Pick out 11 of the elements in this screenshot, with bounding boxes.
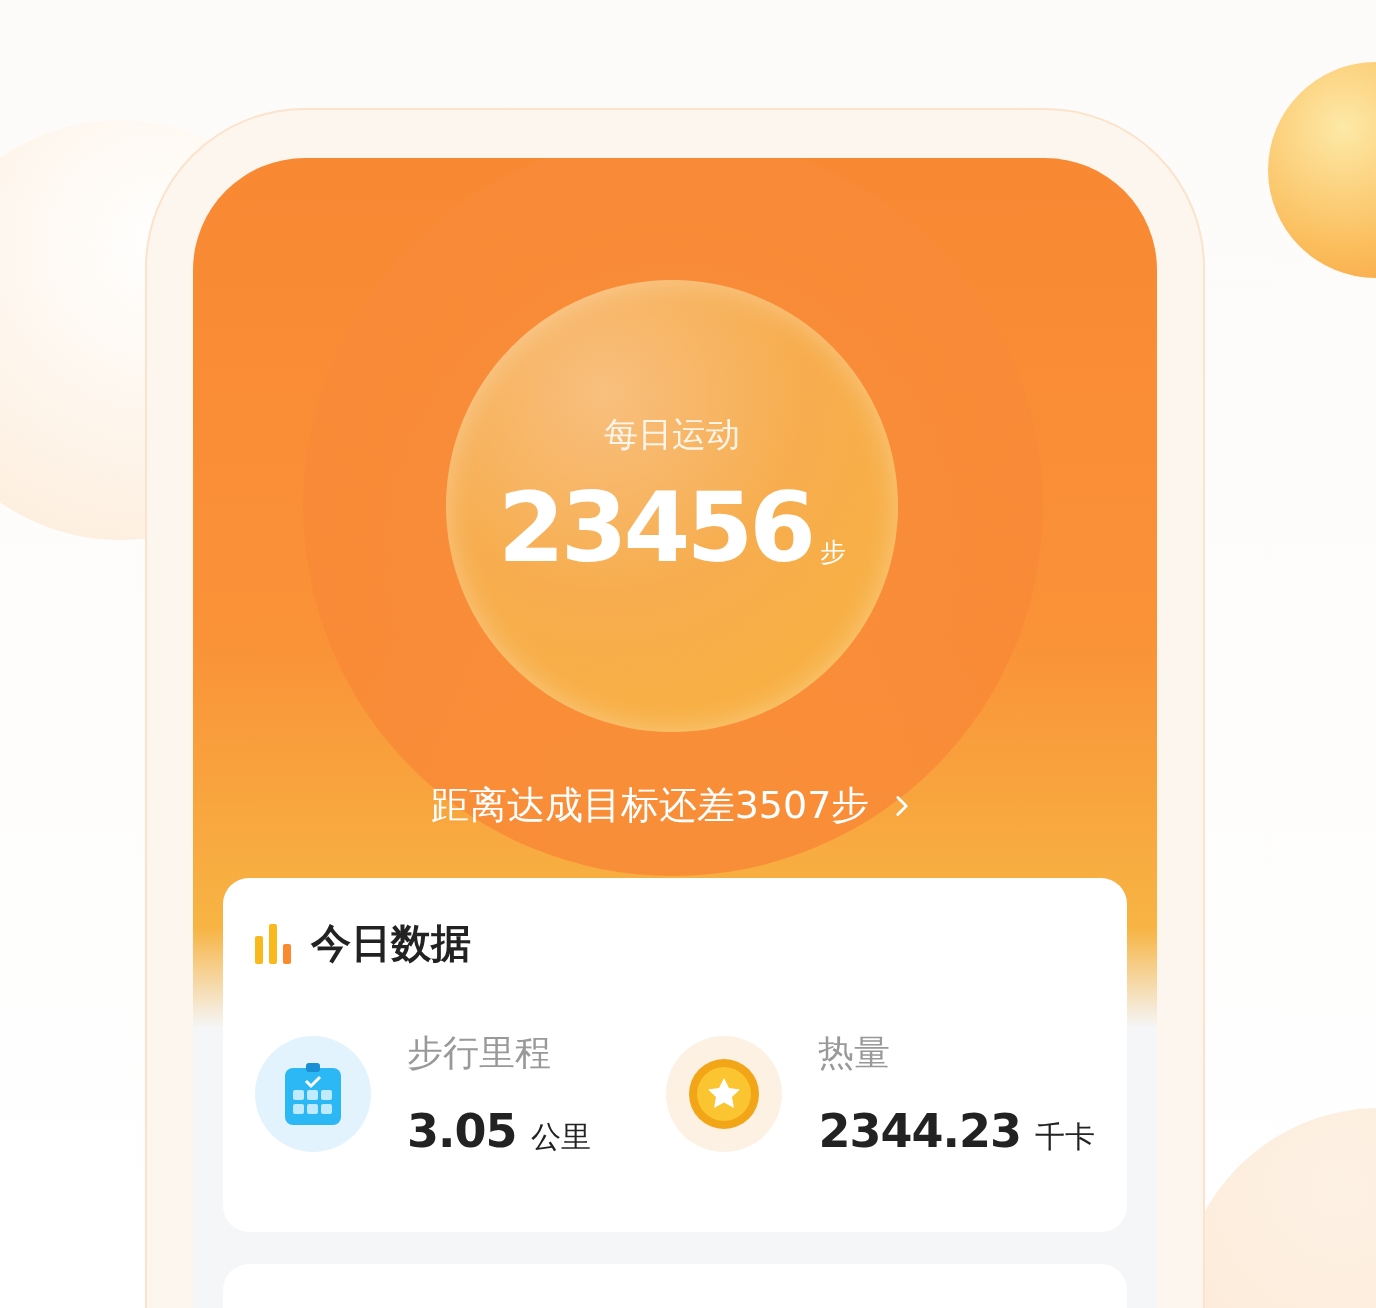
step-count: 23456 [498, 472, 812, 584]
stat-unit: 千卡 [1035, 1118, 1095, 1156]
card-title: 今日数据 [311, 919, 471, 968]
stat-label: 热量 [818, 1031, 892, 1075]
stat-label: 步行里程 [407, 1031, 552, 1075]
hero-title: 每日运动 [604, 413, 740, 456]
stat-value: 3.05 [407, 1104, 517, 1158]
stat-unit: 公里 [530, 1118, 591, 1156]
stat-value: 2344.23 [818, 1104, 1021, 1158]
goal-link[interactable]: 距离达成目标还差3507步 [193, 780, 1157, 831]
step-unit: 步 [820, 536, 846, 569]
